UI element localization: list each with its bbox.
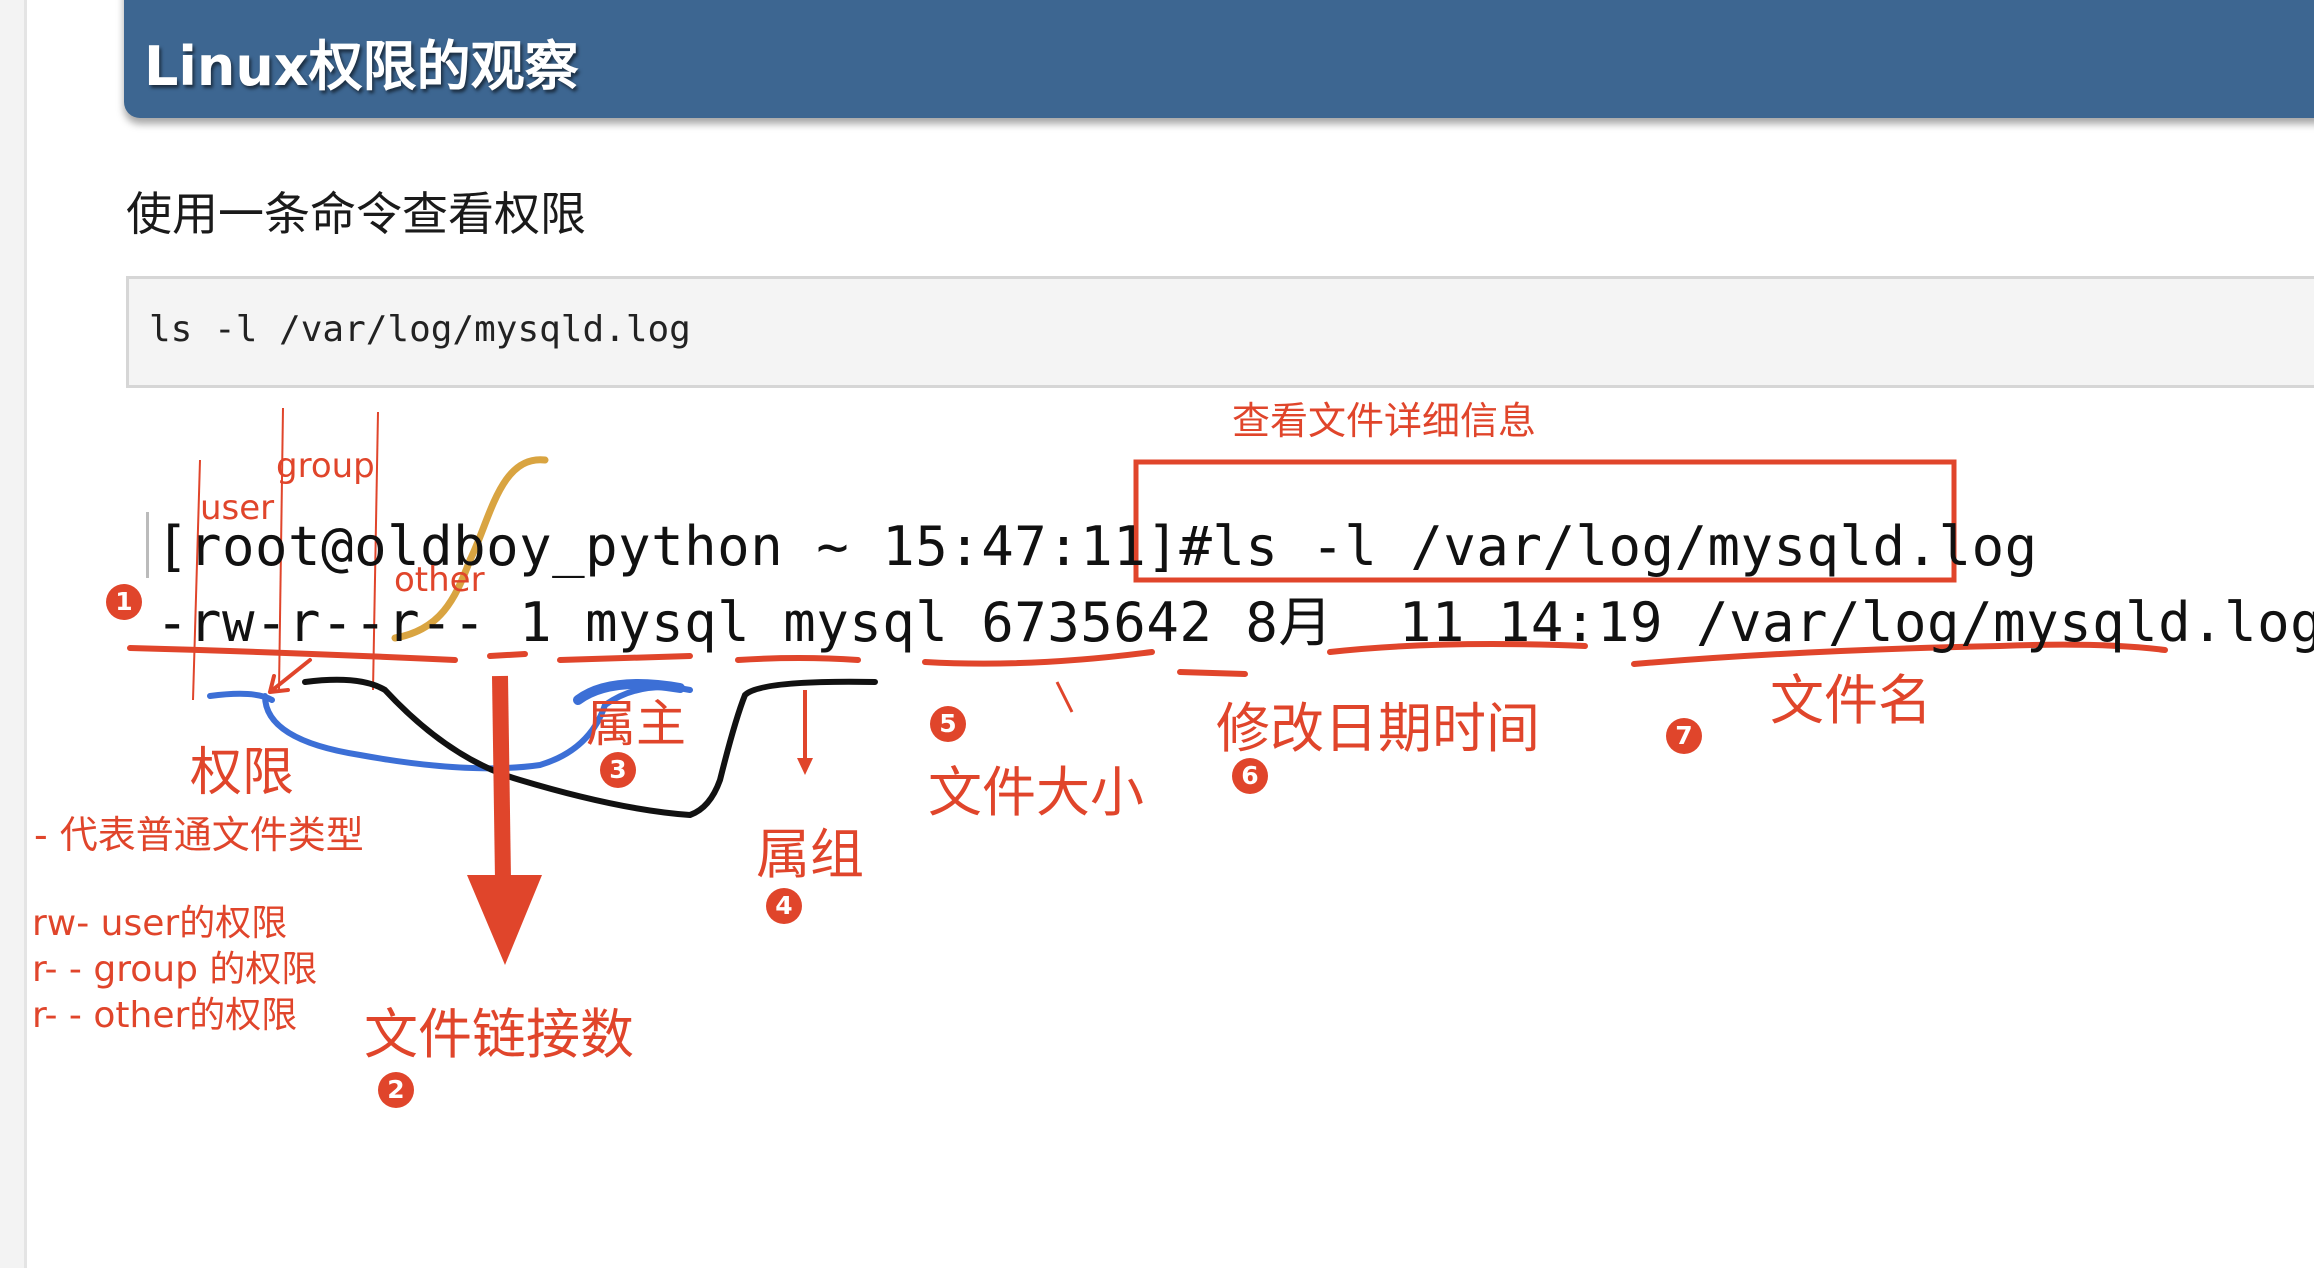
perm-note-user: rw- user的权限: [32, 903, 288, 944]
badge-1: 1: [106, 584, 142, 620]
link-arrow-head: [467, 875, 542, 965]
perm-arrow: [268, 658, 312, 694]
filename-label: 文件名: [1770, 669, 1932, 732]
badge-6: 6: [1232, 758, 1268, 794]
group-owner-label: 属组: [756, 823, 864, 886]
mtime-label: 修改日期时间: [1216, 697, 1540, 760]
owner-label: 属主: [586, 695, 686, 753]
other-label: other: [394, 560, 485, 600]
date-underline-1: [1177, 669, 1248, 677]
perm-note-group: r- - group 的权限: [32, 949, 318, 990]
perm-note-other: r- - other的权限: [32, 995, 298, 1036]
badge-2: 2: [378, 1072, 414, 1108]
group-arrow-head: [797, 758, 813, 775]
size-label: 文件大小: [928, 761, 1144, 824]
group-label: group: [276, 446, 375, 486]
link-count-label: 文件链接数: [364, 1003, 634, 1066]
badge-5: 5: [930, 706, 966, 742]
user-label: user: [200, 488, 275, 528]
badge-4: 4: [766, 888, 802, 924]
file-type-note: - 代表普通文件类型: [34, 813, 364, 857]
detail-box-label: 查看文件详细信息: [1232, 399, 1537, 443]
group-underline: [735, 655, 861, 663]
badge-7: 7: [1666, 718, 1702, 754]
badge-3: 3: [600, 752, 636, 788]
permission-label: 权限: [190, 743, 295, 803]
size-tick: [1055, 681, 1074, 713]
link-arrow-shaft: [492, 675, 511, 881]
